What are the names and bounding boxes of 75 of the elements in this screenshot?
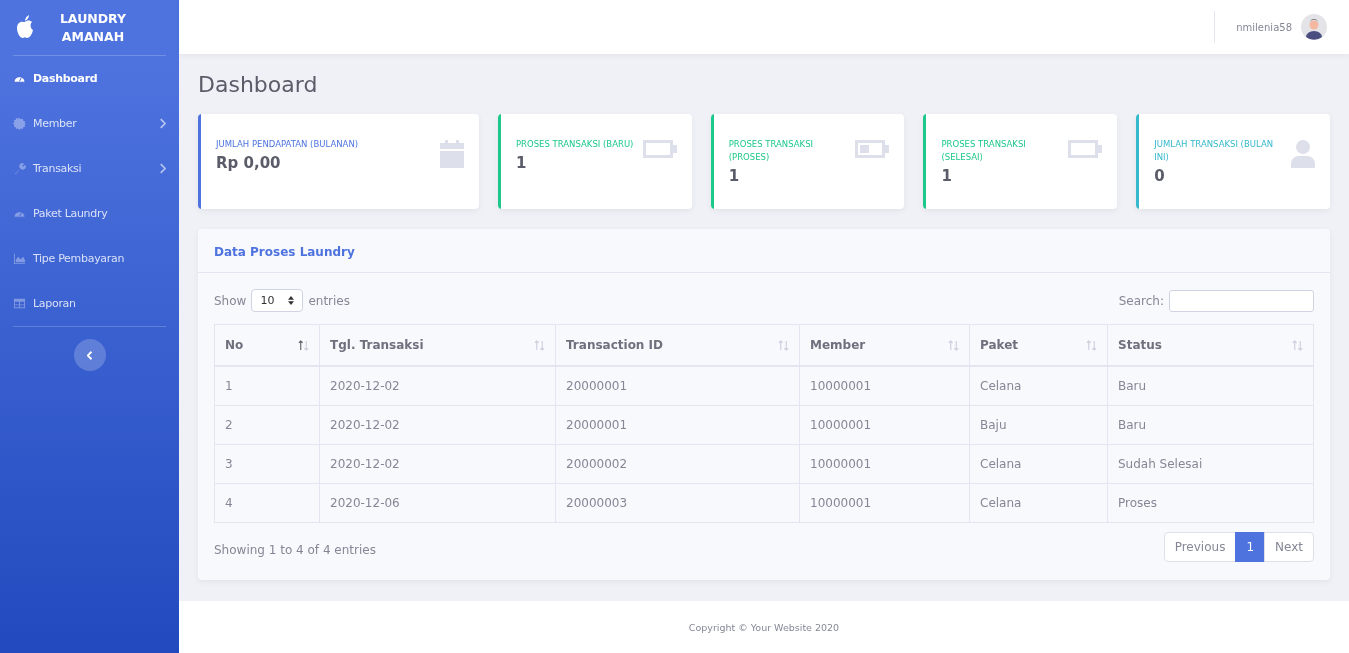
card-value: 1 <box>515 154 528 172</box>
battery-icon <box>642 140 677 158</box>
page-size-select[interactable]: 10 <box>251 289 304 312</box>
show-label: Show <box>214 293 247 308</box>
table-cell: 1 <box>214 366 320 406</box>
gear-icon <box>13 117 26 130</box>
brand-name: LAUNDRY AMANAH <box>58 9 128 46</box>
table-cell: 2020-12-02 <box>319 405 556 445</box>
table-cell: 3 <box>214 444 320 484</box>
sidebar-item[interactable]: Paket Laundry <box>13 191 166 236</box>
chart-icon <box>13 252 26 265</box>
card-label: JUMLAH TRANSAKSI (BULAN INI) <box>1154 138 1275 164</box>
copyright-text: Copyright © Your Website 2020 <box>688 621 840 633</box>
card-label: PROSES TRANSAKSI (PROSES) <box>728 138 815 164</box>
next-button[interactable]: Next <box>1264 532 1314 562</box>
calendar-icon <box>439 140 464 168</box>
table-cell: Baru <box>1107 366 1314 406</box>
column-header[interactable]: Paket <box>969 324 1108 366</box>
table-cell: Sudah Selesai <box>1107 444 1314 484</box>
table-cell: Proses <box>1107 483 1314 523</box>
page-title: Dashboard <box>198 72 319 97</box>
table-cell: 20000001 <box>555 366 800 406</box>
column-header[interactable]: Member <box>799 324 970 366</box>
chevron-left-icon <box>86 350 93 360</box>
search-field[interactable] <box>1169 289 1314 312</box>
sidebar-item[interactable]: Transaksi <box>13 146 166 191</box>
column-header[interactable]: Status <box>1107 324 1314 366</box>
card-value: Rp 0,00 <box>216 154 282 172</box>
card-label: PROSES TRANSAKSI (BARU) <box>515 138 635 151</box>
card-value: 1 <box>941 167 953 185</box>
table-cell: 10000001 <box>799 405 970 445</box>
table-cell: 20000001 <box>555 405 800 445</box>
table-icon <box>13 297 26 310</box>
table-cell: 10000001 <box>799 483 970 523</box>
sidebar-item[interactable]: Tipe Pembayaran <box>13 236 166 281</box>
table-cell: 2020-12-02 <box>319 366 556 406</box>
card-value: 0 <box>1154 167 1166 185</box>
table-cell: 2 <box>214 405 320 445</box>
table-cell: Baju <box>969 405 1108 445</box>
panel-title: Data Proses Laundry <box>214 245 355 259</box>
sidebar-item[interactable]: Member <box>13 101 166 146</box>
entries-label: entries <box>308 293 350 308</box>
sidebar-item[interactable]: Dashboard <box>13 56 166 101</box>
table-cell: Celana <box>969 483 1108 523</box>
chevron-right-icon <box>159 118 166 129</box>
sidebar-item[interactable]: Laporan <box>13 281 166 326</box>
table-info: Showing 1 to 4 of 4 entries <box>214 543 376 557</box>
wrench-icon <box>13 162 26 175</box>
table-cell: 4 <box>214 483 320 523</box>
table-cell: 2020-12-02 <box>319 444 556 484</box>
card-value: 1 <box>728 167 741 185</box>
sidebar-toggle-button[interactable] <box>73 339 106 371</box>
column-header[interactable]: Transaction ID <box>555 324 800 366</box>
user-icon <box>1291 140 1315 168</box>
card-label: PROSES TRANSAKSI (SELESAI) <box>941 138 1027 164</box>
page-button[interactable]: 1 <box>1235 532 1266 562</box>
table-cell: 10000001 <box>799 366 970 406</box>
previous-button[interactable]: Previous <box>1163 532 1237 562</box>
table-cell: Celana <box>969 444 1108 484</box>
chevron-right-icon <box>159 163 166 174</box>
sort-caret-icon <box>288 296 295 305</box>
search-label: Search: <box>1118 293 1164 308</box>
battery-icon <box>1068 140 1103 158</box>
column-header[interactable]: Tgl. Transaksi <box>319 324 556 366</box>
username[interactable]: nmilenia58 <box>1236 21 1292 33</box>
table-cell: 10000001 <box>799 444 970 484</box>
column-header[interactable]: No <box>214 324 320 366</box>
battery-icon <box>855 140 890 158</box>
card-label: JUMLAH PENDAPATAN (BULANAN) <box>216 138 360 151</box>
table-cell: 2020-12-06 <box>319 483 556 523</box>
table-cell: Baru <box>1107 405 1314 445</box>
avatar-icon[interactable] <box>1301 14 1327 40</box>
table-cell: 20000003 <box>555 483 800 523</box>
table-cell: 20000002 <box>555 444 800 484</box>
table-cell: Celana <box>969 366 1108 406</box>
